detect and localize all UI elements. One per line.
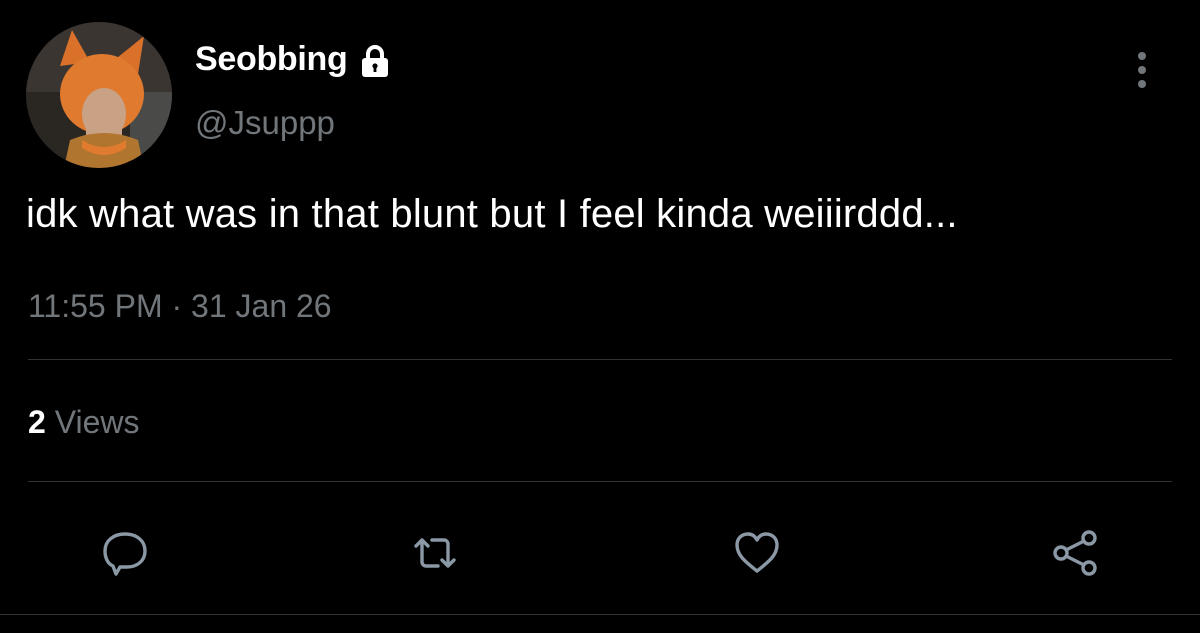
meta-separator: ·	[171, 288, 183, 324]
lock-icon	[357, 43, 393, 79]
retweet-arrows-icon	[414, 538, 456, 568]
share-button[interactable]	[1048, 526, 1102, 580]
views-count: 2 Views	[28, 404, 139, 441]
author-name-row: Seobbing	[195, 40, 393, 79]
divider	[0, 614, 1200, 615]
profile-photo-icon	[26, 22, 172, 168]
retweet-button[interactable]	[408, 526, 462, 580]
tweet-time: 11:55 PM	[28, 288, 163, 324]
reply-button[interactable]	[98, 526, 152, 580]
views-label: Views	[54, 404, 140, 440]
tweet-date: 31 Jan 26	[191, 288, 332, 324]
views-number: 2	[28, 404, 46, 440]
heart-icon	[735, 532, 779, 573]
more-options-icon[interactable]	[1122, 48, 1162, 92]
user-handle[interactable]: @Jsuppp	[195, 104, 335, 142]
like-button[interactable]	[730, 526, 784, 580]
tweet-timestamp[interactable]: 11:55 PM · 31 Jan 26	[28, 288, 332, 325]
tweet-detail: Seobbing @Jsuppp idk what was in that bl…	[0, 0, 1200, 633]
divider	[28, 481, 1172, 482]
avatar[interactable]	[26, 22, 172, 168]
tweet-text: idk what was in that blunt but I feel ki…	[26, 192, 958, 236]
speech-bubble-icon	[103, 532, 147, 576]
display-name[interactable]: Seobbing	[195, 40, 348, 79]
divider	[28, 359, 1172, 360]
share-nodes-icon	[1053, 530, 1097, 576]
